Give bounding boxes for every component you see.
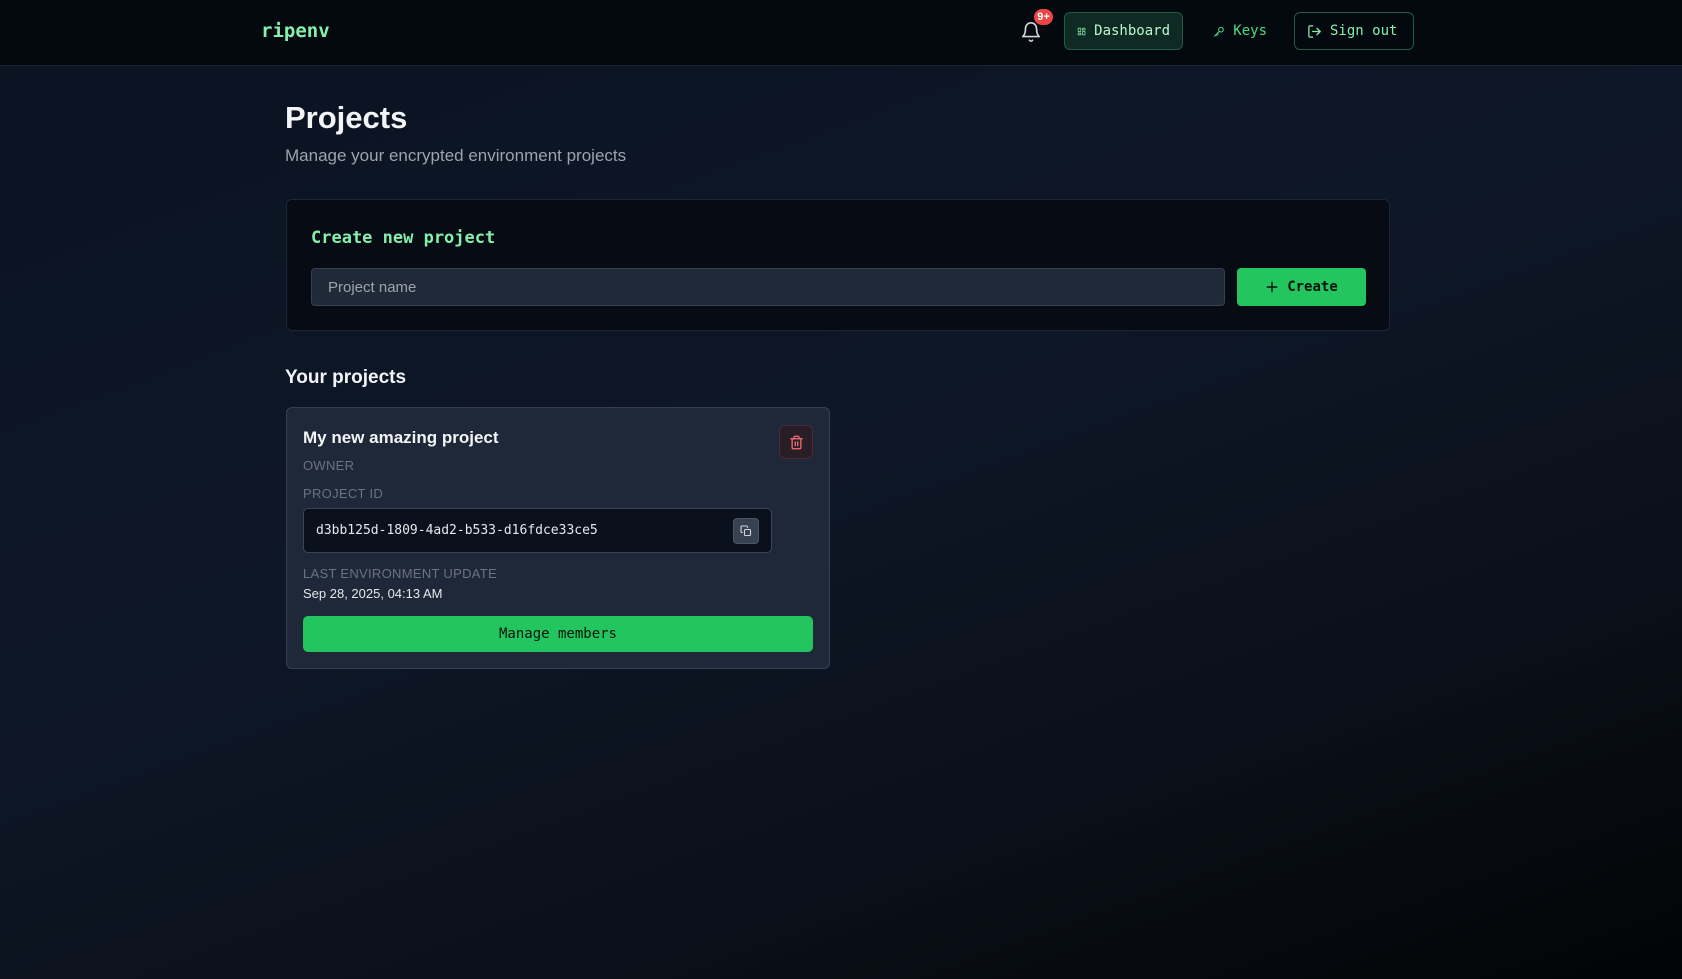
trash-icon [789,435,803,449]
manage-members-label: Manage members [498,626,617,642]
delete-project-button[interactable] [779,425,813,459]
logout-icon [1308,24,1321,38]
nav-keys-label: Keys [1233,23,1267,39]
sign-out-button[interactable]: Sign out [1294,12,1414,50]
sign-out-label: Sign out [1330,23,1398,39]
project-id-label: PROJECT ID [303,486,384,501]
notifications-badge: 9+ [1034,9,1053,25]
top-bar: ripenv 9+ Dashboard Keys Sign out [0,0,1682,66]
create-project-label: Create [1287,279,1338,295]
create-project-button[interactable]: Create [1237,268,1366,306]
project-id-field: d3bb125d-1809-4ad2-b533-d16fdce33ce5 [303,508,772,553]
nav-keys-button[interactable]: Keys [1200,12,1280,50]
create-project-card: Create new project Create [286,199,1390,331]
project-card: My new amazing project OWNER PROJECT ID … [286,407,830,669]
copy-project-id-button[interactable] [733,518,759,544]
manage-members-button[interactable]: Manage members [303,616,813,652]
page-title: Projects [285,100,408,135]
key-icon [1214,26,1224,37]
your-projects-title: Your projects [285,367,407,388]
page-subtitle: Manage your encrypted environment projec… [285,146,627,165]
plus-icon [1266,281,1278,293]
project-id-value[interactable]: d3bb125d-1809-4ad2-b533-d16fdce33ce5 [316,523,598,538]
project-name: My new amazing project [303,428,499,447]
create-project-title: Create new project [311,228,496,248]
project-name-input[interactable] [311,268,1225,306]
nav-dashboard-button[interactable]: Dashboard [1064,12,1183,50]
grid-icon [1077,27,1086,35]
nav-dashboard-label: Dashboard [1094,23,1170,39]
copy-icon [740,525,752,537]
last-update-value: Sep 28, 2025, 04:13 AM [303,586,443,601]
last-update-label: LAST ENVIRONMENT UPDATE [303,566,497,581]
brand-logo[interactable]: ripenv [261,20,330,42]
project-role: OWNER [303,458,355,473]
